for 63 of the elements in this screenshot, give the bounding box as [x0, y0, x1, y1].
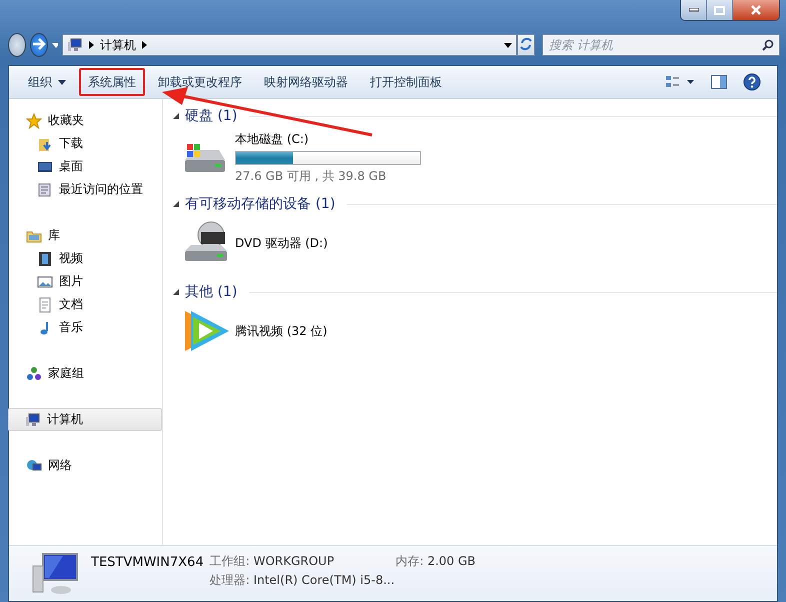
- collapse-triangle-icon[interactable]: [173, 289, 179, 295]
- dropdown-icon: [58, 80, 66, 84]
- sidebar-item[interactable]: 网络: [9, 454, 162, 477]
- sidebar-item[interactable]: 下载: [9, 132, 162, 155]
- minimize-icon: [688, 8, 698, 12]
- computer-monitor-icon: [31, 552, 79, 596]
- group-header: 有可移动存储的设备 (1): [185, 195, 336, 213]
- sidebar-item[interactable]: 家庭组: [9, 362, 162, 385]
- help-icon: [743, 73, 761, 91]
- breadcrumb-item[interactable]: 计算机: [100, 36, 136, 54]
- collapse-triangle-icon[interactable]: [173, 113, 179, 119]
- close-icon: [750, 5, 762, 15]
- sidebar-item[interactable]: 计算机: [8, 408, 162, 431]
- computer-name: TESTVMWIN7X64: [91, 554, 204, 570]
- maximize-button[interactable]: [707, 0, 733, 20]
- breadcrumb-arrow-icon: [88, 41, 94, 49]
- computer-icon: [25, 412, 41, 428]
- group-header: 硬盘 (1): [185, 107, 238, 125]
- toolbar-command[interactable]: 卸载或更改程序: [149, 68, 251, 96]
- sidebar-item[interactable]: 桌面: [9, 155, 162, 178]
- sidebar-item[interactable]: 音乐: [9, 316, 162, 339]
- sidebar-item[interactable]: 视频: [9, 247, 162, 270]
- sidebar-item[interactable]: 最近访问的位置: [9, 178, 162, 201]
- back-button[interactable]: [8, 33, 26, 57]
- computer-icon: [66, 37, 83, 53]
- minimize-button[interactable]: [681, 0, 707, 20]
- breadcrumb-arrow-icon: [142, 41, 147, 49]
- document-icon: [37, 296, 53, 312]
- right-arrow-icon: [32, 38, 46, 50]
- refresh-button[interactable]: [516, 34, 535, 56]
- toolbar-command[interactable]: 系统属性: [79, 68, 145, 96]
- maximize-icon: [714, 6, 725, 14]
- item-name[interactable]: DVD 驱动器 (D:): [235, 234, 328, 252]
- address-bar[interactable]: 计算机: [62, 34, 517, 56]
- dropdown-icon: [504, 42, 512, 48]
- history-dropdown-icon: [52, 42, 58, 48]
- preview-pane-icon: [711, 75, 727, 89]
- sidebar-item[interactable]: 库: [9, 224, 162, 247]
- collapse-triangle-icon[interactable]: [173, 201, 179, 207]
- detail-field: 工作组: WORKGROUP: [210, 553, 390, 570]
- film-icon: [37, 250, 53, 266]
- toolbar-command[interactable]: 打开控制面板: [361, 68, 451, 96]
- sidebar-item[interactable]: 文档: [9, 293, 162, 316]
- homegroup-icon: [26, 366, 42, 382]
- star-icon: [26, 112, 42, 128]
- organize-menu[interactable]: 组织: [19, 68, 75, 96]
- search-field[interactable]: 搜索 计算机: [542, 34, 780, 56]
- item-name[interactable]: 腾讯视频 (32 位): [235, 322, 328, 340]
- toolbar-command[interactable]: 映射网络驱动器: [255, 68, 357, 96]
- group-header: 其他 (1): [185, 283, 238, 301]
- recent-places-icon: [37, 182, 53, 198]
- close-button[interactable]: [733, 0, 779, 20]
- sidebar-item[interactable]: 图片: [9, 270, 162, 293]
- refresh-icon: [518, 36, 533, 50]
- picture-icon: [37, 274, 53, 290]
- view-list-icon: [665, 75, 695, 89]
- item-name[interactable]: 本地磁盘 (C:): [235, 131, 421, 148]
- free-space-text: 27.6 GB 可用 , 共 39.8 GB: [235, 168, 388, 185]
- detail-field: 内存: 2.00 GB: [396, 553, 476, 570]
- search-icon: [762, 39, 774, 51]
- sidebar-item[interactable]: 收藏夹: [9, 109, 162, 132]
- network-icon: [26, 458, 42, 474]
- forward-button[interactable]: [30, 33, 48, 57]
